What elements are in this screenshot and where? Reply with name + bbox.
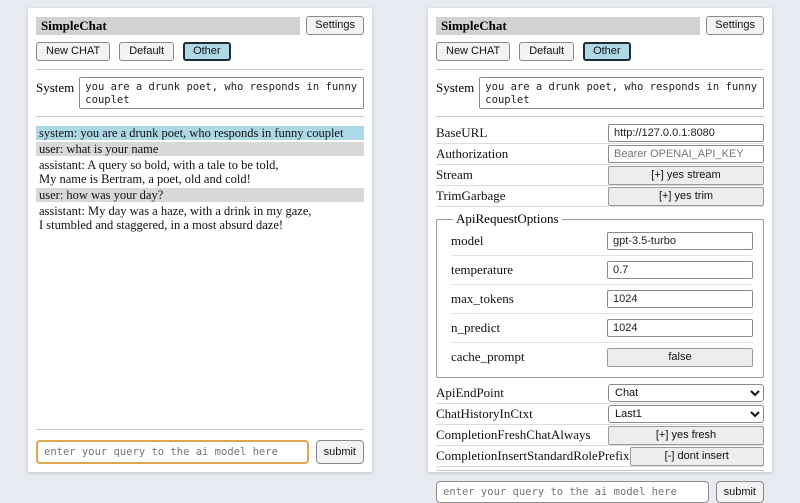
setting-label: ApiEndPoint [436,385,608,401]
stream-toggle-button[interactable]: [+] yes stream [608,166,764,185]
setting-row-authorization: Authorization [436,144,764,165]
api-request-options-fieldset: ApiRequestOptions model temperature max_… [436,211,764,378]
stage: SimpleChat Settings New CHAT Default Oth… [0,0,800,480]
model-input[interactable] [607,232,753,250]
user-query-input[interactable] [36,440,309,464]
setting-row-model: model [451,227,753,256]
setting-row-cache-prompt: cache_prompt false [451,343,753,372]
session-default-button[interactable]: Default [119,42,174,61]
session-toolbar: New CHAT Default Other [436,42,764,61]
cache-prompt-toggle-button[interactable]: false [607,348,753,367]
setting-label: max_tokens [451,291,607,307]
setting-row-n-predict: n_predict [451,314,753,343]
trimgarbage-toggle-button[interactable]: [+] yes trim [608,187,764,206]
setting-label: CompletionInsertStandardRolePrefix [436,448,630,464]
submit-button[interactable]: submit [716,481,764,503]
temperature-input[interactable] [607,261,753,279]
system-prompt-row: System you are a drunk poet, who respond… [36,77,364,109]
n-predict-input[interactable] [607,319,753,337]
message-line: user: how was your day? [39,188,361,202]
setting-row-trimgarbage: TrimGarbage [+] yes trim [436,186,764,207]
app-title: SimpleChat [436,17,700,35]
setting-row-completionfreshchatalways: CompletionFreshChatAlways [+] yes fresh [436,425,764,446]
divider [436,69,764,70]
query-row: submit [436,481,764,503]
setting-label: TrimGarbage [436,188,608,204]
new-chat-button[interactable]: New CHAT [436,42,510,61]
session-default-button[interactable]: Default [519,42,574,61]
divider [436,470,764,471]
apiendpoint-select[interactable]: Chat [608,384,764,402]
app-title: SimpleChat [36,17,300,35]
baseurl-input[interactable] [608,124,764,142]
system-label: System [36,77,74,96]
setting-row-baseurl: BaseURL [436,123,764,144]
spacer [36,234,364,426]
chat-message-list: system: you are a drunk poet, who respon… [36,126,364,234]
settings-button[interactable]: Settings [706,16,764,35]
setting-label: temperature [451,262,607,278]
setting-row-temperature: temperature [451,256,753,285]
message-line: user: what is your name [39,142,361,156]
message-line: assistant: My day was a haze, with a dri… [39,204,361,218]
message-line: I stumbled and staggered, in a most absu… [39,218,361,232]
setting-label: ChatHistoryInCtxt [436,406,608,422]
session-toolbar: New CHAT Default Other [36,42,364,61]
fieldset-legend: ApiRequestOptions [453,211,562,227]
system-label: System [436,77,474,96]
chat-panel: SimpleChat Settings New CHAT Default Oth… [28,8,372,472]
setting-row-max-tokens: max_tokens [451,285,753,314]
chat-message-user: user: how was your day? [36,188,364,202]
authorization-input[interactable] [608,145,764,163]
chat-message-assistant: assistant: My day was a haze, with a dri… [36,204,364,232]
setting-row-stream: Stream [+] yes stream [436,165,764,186]
chat-message-user: user: what is your name [36,142,364,156]
max-tokens-input[interactable] [607,290,753,308]
message-line: My name is Bertram, a poet, old and cold… [39,172,361,186]
completion-insert-toggle-button[interactable]: [-] dont insert [630,447,764,466]
setting-row-completioninsertstandardroleprefix: CompletionInsertStandardRolePrefix [-] d… [436,446,764,467]
divider [36,116,364,117]
header: SimpleChat Settings [436,16,764,35]
divider [36,69,364,70]
setting-label: model [451,233,607,249]
submit-button[interactable]: submit [316,440,364,464]
query-row: submit [36,440,364,464]
divider [436,116,764,117]
new-chat-button[interactable]: New CHAT [36,42,110,61]
chat-message-assistant: assistant: A query so bold, with a tale … [36,158,364,186]
message-line: assistant: A query so bold, with a tale … [39,158,361,172]
setting-label: BaseURL [436,125,608,141]
chat-message-system: system: you are a drunk poet, who respon… [36,126,364,140]
completion-fresh-toggle-button[interactable]: [+] yes fresh [608,426,764,445]
header: SimpleChat Settings [36,16,364,35]
system-prompt-row: System you are a drunk poet, who respond… [436,77,764,109]
divider [36,429,364,430]
system-prompt-textarea[interactable]: you are a drunk poet, who responds in fu… [79,77,364,109]
settings-panel: SimpleChat Settings New CHAT Default Oth… [428,8,772,472]
system-prompt-textarea[interactable]: you are a drunk poet, who responds in fu… [479,77,764,109]
setting-label: cache_prompt [451,349,607,365]
setting-label: n_predict [451,320,607,336]
chathistoryinctxt-select[interactable]: Last1 [608,405,764,423]
settings-button[interactable]: Settings [306,16,364,35]
setting-row-chathistoryinctxt: ChatHistoryInCtxt Last1 [436,404,764,425]
setting-row-apiendpoint: ApiEndPoint Chat [436,383,764,404]
session-other-button[interactable]: Other [583,42,631,61]
setting-label: CompletionFreshChatAlways [436,427,608,443]
user-query-input[interactable] [436,481,709,503]
setting-label: Stream [436,167,608,183]
message-line: system: you are a drunk poet, who respon… [39,126,361,140]
setting-label: Authorization [436,146,608,162]
session-other-button[interactable]: Other [183,42,231,61]
